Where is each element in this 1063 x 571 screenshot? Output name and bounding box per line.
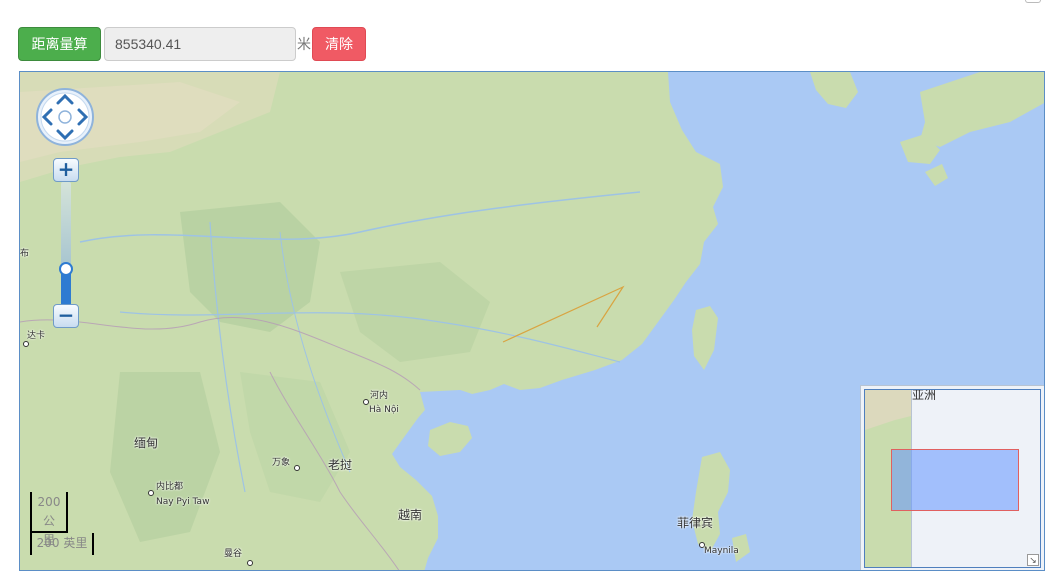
scale-bar: 200 公 里 200 英里	[30, 492, 105, 556]
map-label-naypyitaw-cn: 内比都	[156, 482, 184, 492]
clear-button[interactable]: 清除	[312, 27, 366, 61]
map-viewport[interactable]: + − 布 达卡 河内 Hà Nội 缅甸 万象 老挝 内比都 Nay Pyi …	[19, 71, 1045, 571]
map-label-laos: 老挝	[328, 458, 353, 472]
map-label-naypyitaw-en: Nay Pyi Taw	[156, 497, 210, 507]
zoom-out-button[interactable]: −	[53, 304, 79, 328]
map-label-bangkok: 曼谷	[224, 549, 243, 559]
scale-metric: 200 公 里	[30, 492, 68, 547]
scale-metric-label: 200 公	[37, 495, 61, 528]
map-label-vientiane: 万象	[272, 458, 291, 468]
corner-fragment	[1025, 0, 1041, 3]
unit-label: 米	[297, 37, 311, 53]
measure-toolbar: 距离量算 米 清除	[18, 26, 366, 62]
pan-control[interactable]	[35, 87, 95, 147]
overview-map-inner[interactable]: 亚洲 ↘	[864, 389, 1041, 568]
map-label-manila: Maynila	[704, 546, 739, 556]
city-dot	[247, 560, 253, 566]
zoom-in-button[interactable]: +	[53, 158, 79, 182]
city-dot	[148, 490, 154, 496]
distance-result-field[interactable]	[104, 27, 296, 61]
city-dot	[294, 465, 300, 471]
city-dot	[23, 341, 29, 347]
map-label-dhaka: 达卡	[27, 331, 46, 341]
map-label-vietnam: 越南	[398, 508, 423, 522]
overview-toggle-icon[interactable]: ↘	[1027, 554, 1039, 566]
zoom-slider-handle[interactable]	[59, 262, 73, 277]
map-label-myanmar: 缅甸	[134, 436, 159, 450]
map-label-philippines: 菲律宾	[677, 516, 714, 530]
scale-imperial: 200 英里	[30, 533, 94, 555]
measure-distance-button[interactable]: 距离量算	[18, 27, 101, 61]
map-label-yangon-partial: 布	[20, 249, 30, 259]
map-label-hanoi-cn: 河内	[370, 391, 389, 401]
zoom-control: + −	[53, 158, 79, 334]
overview-extent-rectangle[interactable]	[891, 449, 1019, 511]
overview-map[interactable]: 亚洲 ↘	[860, 385, 1044, 570]
map-label-hanoi-vi: Hà Nội	[369, 405, 399, 415]
